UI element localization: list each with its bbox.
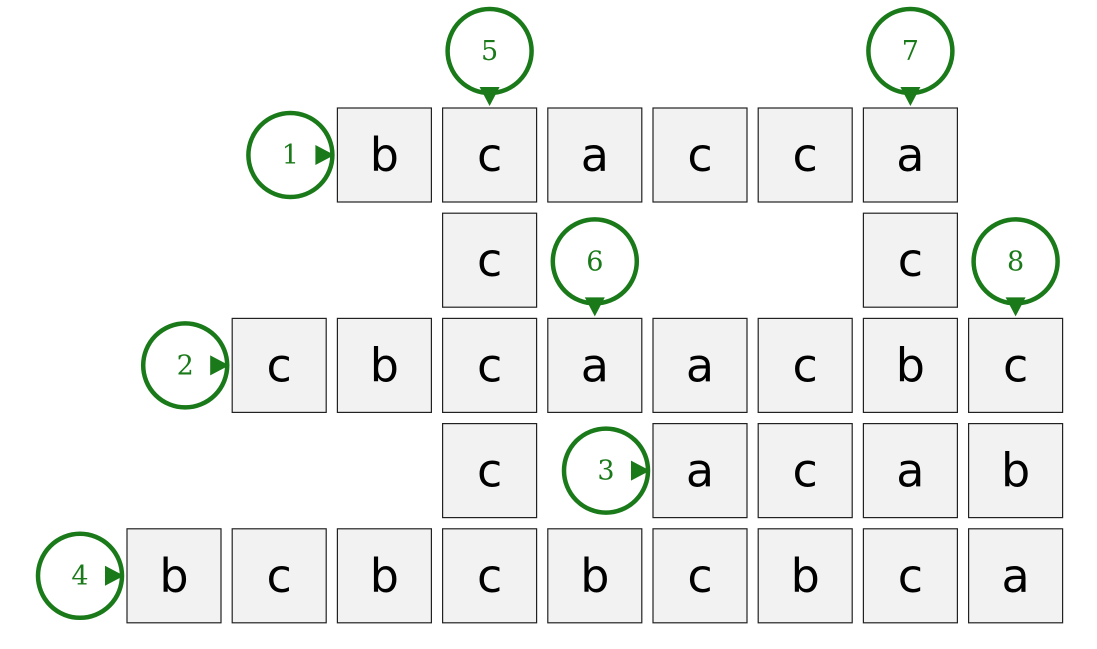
grid-cell: c	[442, 107, 538, 203]
cell-letter: a	[686, 444, 714, 498]
cell-letter: b	[370, 128, 399, 182]
grid-cell: b	[547, 528, 643, 624]
cell-letter: c	[267, 549, 292, 603]
grid-cell: a	[652, 423, 748, 519]
clue-marker-5: 5	[445, 6, 534, 106]
arrow-icon	[900, 87, 921, 106]
cell-letter: c	[687, 128, 712, 182]
clue-marker-3: 3	[561, 426, 651, 515]
grid-cell: b	[862, 317, 959, 413]
grid-cell: c	[862, 212, 959, 308]
grid-cell: c	[442, 528, 538, 624]
grid-cell: c	[442, 212, 538, 308]
grid-cell: b	[336, 107, 432, 203]
cell-letter: c	[477, 128, 502, 182]
cell-letter: a	[1001, 549, 1029, 603]
clue-marker-1: 1	[246, 110, 335, 200]
cell-letter: b	[791, 549, 820, 603]
cell-letter: c	[898, 549, 923, 603]
grid-cell: a	[967, 528, 1064, 624]
grid-cell: b	[126, 528, 222, 624]
clue-marker-8: 8	[971, 217, 1060, 317]
grid-cell: c	[442, 317, 538, 413]
cell-letter: c	[477, 444, 502, 498]
cell-letter: a	[686, 338, 714, 392]
arrow-icon	[479, 87, 500, 106]
grid-cell: c	[757, 317, 853, 413]
cell-letter: b	[896, 338, 925, 392]
cell-letter: c	[793, 128, 818, 182]
clue-marker-7: 7	[866, 6, 955, 106]
grid-cell: c	[862, 528, 959, 624]
cell-letter: b	[370, 549, 399, 603]
cell-letter: c	[477, 549, 502, 603]
grid-cell: b	[757, 528, 853, 624]
cell-letter: b	[159, 549, 188, 603]
clue-number: 4	[71, 561, 88, 592]
cell-letter: b	[370, 338, 399, 392]
cell-letter: c	[477, 233, 502, 287]
clue-number: 3	[597, 456, 614, 487]
cell-letter: c	[898, 233, 923, 287]
cell-letter: a	[896, 128, 924, 182]
clue-marker-2: 2	[140, 321, 230, 410]
cell-letter: c	[687, 549, 712, 603]
cell-letter: a	[581, 338, 609, 392]
cell-letter: c	[477, 338, 502, 392]
grid-cell: c	[757, 107, 853, 203]
clue-number: 2	[177, 350, 194, 381]
clue-marker-6: 6	[550, 217, 640, 317]
grid-cell: c	[442, 423, 538, 519]
grid-cell: c	[652, 107, 748, 203]
clue-number: 5	[481, 36, 498, 67]
arrow-icon	[584, 297, 605, 317]
grid-cell: a	[547, 107, 643, 203]
cell-letter: a	[896, 444, 924, 498]
grid-cell: a	[862, 107, 959, 203]
grid-cell: b	[336, 528, 432, 624]
clue-number: 7	[902, 36, 919, 67]
grid-cell: b	[336, 317, 432, 413]
grid-cell: b	[967, 423, 1064, 519]
clue-marker-4: 4	[35, 531, 125, 621]
grid-cell: c	[231, 317, 327, 413]
cell-letter: c	[793, 338, 818, 392]
grid-cell: a	[862, 423, 959, 519]
clue-number: 8	[1007, 246, 1024, 277]
grid-cell: a	[547, 317, 643, 413]
clue-markers: 1 2 3 4 5 6 7 8	[35, 6, 1060, 621]
grid-cell: c	[967, 317, 1064, 413]
grid-cell: c	[757, 423, 853, 519]
cell-letter: c	[1003, 338, 1028, 392]
grid-cell: c	[231, 528, 327, 624]
arrow-icon	[1005, 297, 1026, 317]
grid-cell: c	[652, 528, 748, 624]
cell-letter: b	[580, 549, 609, 603]
crossword-diagram: b c a c c ac cc b c a a c b cc a c a bb c b c b c b c a 12345678	[35, 6, 1064, 624]
clue-number: 6	[586, 246, 603, 277]
grid-cell: a	[652, 317, 748, 413]
cell-letter: b	[1001, 444, 1030, 498]
clue-number: 1	[282, 140, 299, 171]
cell-letter: a	[581, 128, 609, 182]
cell-letter: c	[793, 444, 818, 498]
cell-letter: c	[267, 338, 292, 392]
